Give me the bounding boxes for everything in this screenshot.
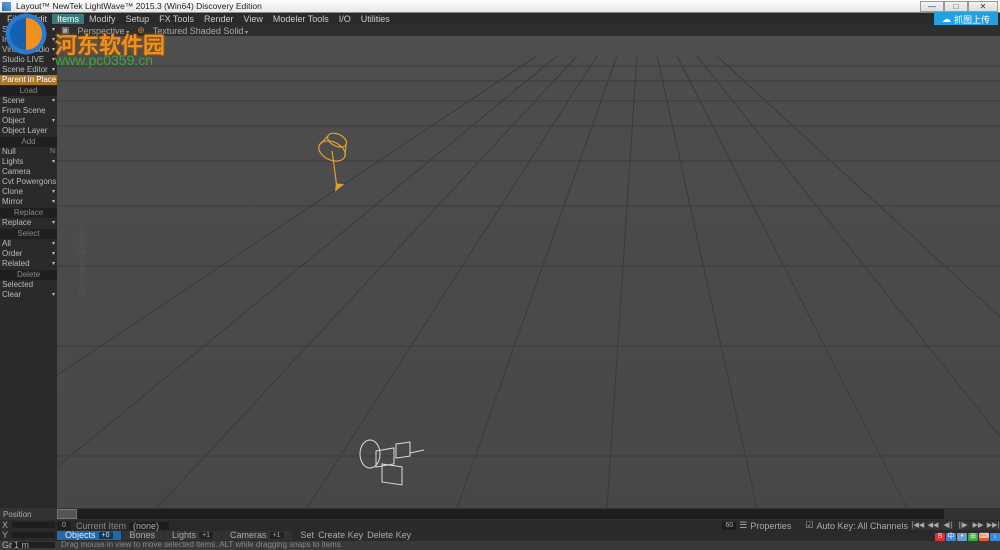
section-select: Select: [0, 229, 57, 239]
menu-render[interactable]: Render: [199, 14, 239, 24]
y-value[interactable]: [12, 532, 55, 538]
lp-object-layer[interactable]: Object Layer: [0, 126, 57, 136]
close-button[interactable]: ✕: [968, 1, 998, 12]
tab-lights[interactable]: Lights+1: [164, 531, 221, 540]
lp-clear[interactable]: Clear: [0, 290, 57, 300]
tick-30: 30: [274, 0, 284, 2]
shading-dropdown[interactable]: Textured Shaded Solid: [153, 26, 248, 36]
transport-1[interactable]: ◀◀: [926, 521, 940, 530]
transport-5[interactable]: ▶▶|: [986, 521, 1000, 530]
tray-icon-4[interactable]: ⌨: [979, 533, 989, 541]
current-item-label: Current Item: [76, 521, 126, 531]
lp-all[interactable]: All: [0, 239, 57, 249]
status-hint: Drag mouse in view to move selected item…: [61, 540, 1000, 549]
section-add: Add: [0, 137, 57, 147]
lp-selected[interactable]: Selected: [0, 280, 57, 290]
tick-100: 100: [789, 0, 804, 2]
tray-icon-3[interactable]: ⊞: [968, 533, 978, 541]
window-title: Layout™ NewTek LightWave™ 2015.3 (Win64)…: [16, 1, 920, 11]
x-value[interactable]: [12, 522, 55, 528]
lp-camera[interactable]: Camera: [0, 167, 57, 177]
menu-view[interactable]: View: [238, 14, 267, 24]
perspective-grid: Discovery Edition: [57, 36, 1000, 508]
grid-label: Grid:: [2, 540, 12, 550]
tick-10: 10: [126, 0, 136, 2]
tick-110: 110: [863, 0, 877, 2]
grid-value: 1 m: [12, 542, 55, 548]
frame-end[interactable]: 60: [722, 522, 736, 530]
tray-icon-1[interactable]: 中: [946, 533, 956, 541]
left-panel: SurfaceImage EditVirtual StudioStudio LI…: [0, 25, 57, 508]
current-item-value[interactable]: (none): [129, 522, 169, 530]
menu-i/o[interactable]: I/O: [334, 14, 356, 24]
lp-order[interactable]: Order: [0, 249, 57, 259]
maximize-button[interactable]: □: [944, 1, 968, 12]
tray-icon-2[interactable]: •: [957, 533, 967, 541]
timeline-handle[interactable]: [57, 509, 77, 519]
menu-modeler-tools[interactable]: Modeler Tools: [268, 14, 334, 24]
position-label: Position: [0, 510, 57, 519]
lp-from-scene[interactable]: From Scene: [0, 106, 57, 116]
timeline-scrubber[interactable]: [57, 509, 944, 519]
section-replace: Replace: [0, 208, 57, 218]
lp-related[interactable]: Related: [0, 259, 57, 269]
menu-fx-tools[interactable]: FX Tools: [154, 14, 199, 24]
viewport[interactable]: ▣ Perspective ⊕ Textured Shaded Solid: [57, 25, 1000, 508]
tray-icon-0[interactable]: S: [935, 533, 945, 541]
tab-objects[interactable]: Objects+0: [57, 531, 121, 540]
tick-70: 70: [569, 0, 579, 2]
delete-key[interactable]: Delete Key: [367, 530, 411, 540]
tray-icon-5[interactable]: ↓: [990, 533, 1000, 541]
lp-cvt-powergons[interactable]: Cvt Powergons: [0, 177, 57, 187]
section-load: Load: [0, 86, 57, 96]
menu-utilities[interactable]: Utilities: [356, 14, 395, 24]
x-label: X: [2, 520, 12, 530]
lp-scene-editor[interactable]: Scene Editor: [0, 65, 57, 75]
section-delete: Delete: [0, 270, 57, 280]
menu-setup[interactable]: Setup: [121, 14, 155, 24]
svg-text:Discovery Edition: Discovery Edition: [77, 226, 87, 296]
lp-replace[interactable]: Replace: [0, 218, 57, 228]
tick-80: 80: [643, 0, 653, 2]
lp-object[interactable]: Object: [0, 116, 57, 126]
watermark-logo: [2, 10, 50, 58]
lp-scene[interactable]: Scene: [0, 96, 57, 106]
autokey-dropdown[interactable]: Auto Key: All Channels: [816, 521, 908, 531]
lp-clone[interactable]: Clone: [0, 187, 57, 197]
menu-items[interactable]: Items: [52, 14, 84, 24]
lp-mirror[interactable]: Mirror: [0, 197, 57, 207]
tick-120: 120: [936, 0, 951, 2]
tick-40: 40: [348, 0, 358, 2]
lp-lights[interactable]: Lights: [0, 157, 57, 167]
y-label: Y: [2, 530, 12, 540]
bottom-bar: 0102030405060708090100110120 Position X …: [0, 508, 1000, 541]
transport-0[interactable]: |◀◀: [911, 521, 925, 530]
properties-button[interactable]: Properties: [750, 521, 791, 531]
transport-4[interactable]: ▶▶: [971, 521, 985, 530]
transport-2[interactable]: ◀||: [941, 521, 955, 530]
tick-0: 0: [54, 0, 59, 2]
tab-bones[interactable]: Bones: [122, 531, 164, 540]
tick-90: 90: [717, 0, 727, 2]
lp-null[interactable]: Null: [0, 147, 57, 157]
menu-modify[interactable]: Modify: [84, 14, 121, 24]
menu-bar: FileEditItemsModifySetupFX ToolsRenderVi…: [0, 13, 1000, 25]
frame-start[interactable]: 0: [57, 522, 71, 530]
set-label[interactable]: Set: [301, 530, 315, 540]
create-key[interactable]: Create Key: [318, 530, 363, 540]
parent-in-place-toggle[interactable]: Parent in Place: [0, 75, 57, 85]
watermark-text-2: www.pc0359.cn: [55, 52, 153, 68]
tick-60: 60: [495, 0, 505, 2]
minimize-button[interactable]: —: [920, 1, 944, 12]
tab-cameras[interactable]: Cameras+1: [222, 531, 292, 540]
tick-20: 20: [200, 0, 210, 2]
tick-50: 50: [422, 0, 432, 2]
transport-3[interactable]: ||▶: [956, 521, 970, 530]
